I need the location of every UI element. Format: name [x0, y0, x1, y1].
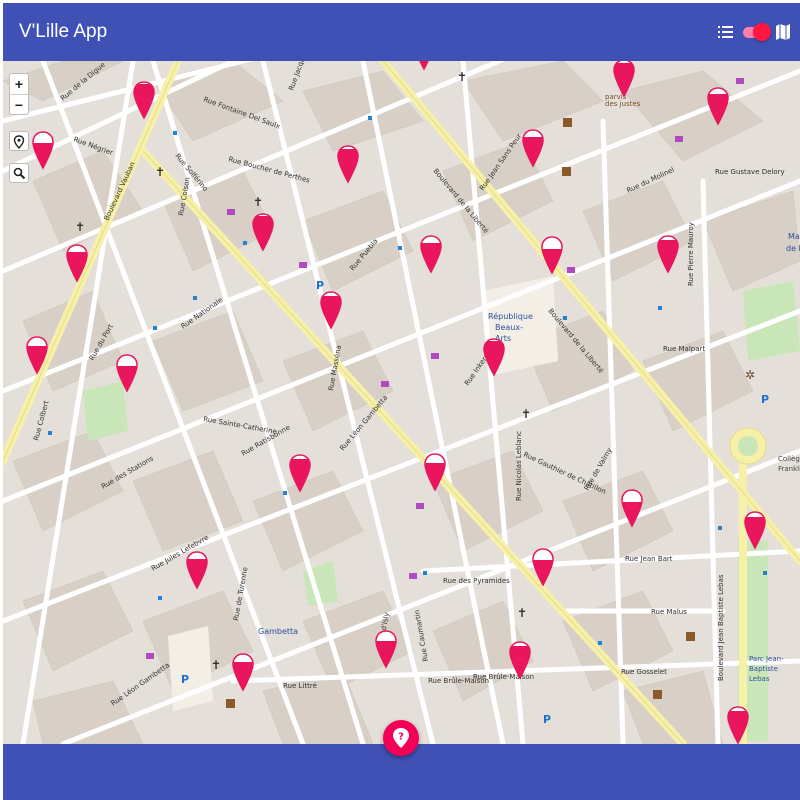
toggle-knob [753, 23, 771, 41]
bike-station-marker[interactable] [252, 213, 274, 252]
bike-station-marker[interactable] [320, 291, 342, 330]
bike-station-marker[interactable] [26, 336, 48, 375]
app-bar: V'Lille App [3, 3, 800, 61]
view-toggle-switch[interactable] [743, 23, 771, 41]
map-view[interactable]: Boulevard Vauban Rue Solférino Boulevard… [3, 61, 800, 744]
app-title: V'Lille App [19, 21, 108, 42]
bike-station-marker[interactable] [707, 87, 729, 126]
map-icon[interactable] [775, 23, 791, 41]
bike-station-marker[interactable] [375, 630, 397, 669]
bike-station-marker[interactable] [657, 235, 679, 274]
bike-station-marker[interactable] [289, 454, 311, 493]
search-button[interactable] [9, 163, 29, 183]
search-icon [13, 167, 26, 180]
bike-station-marker[interactable] [186, 551, 208, 590]
bike-station-marker[interactable] [133, 81, 155, 120]
app-frame: V'Lille App Boulevard Vauban Rue Solféri… [3, 3, 800, 800]
bike-station-marker[interactable] [541, 236, 563, 275]
bike-station-marker[interactable] [621, 489, 643, 528]
bike-station-marker[interactable] [613, 61, 635, 98]
bike-station-marker[interactable] [232, 653, 254, 692]
help-marker-icon: ? [393, 728, 409, 748]
bike-station-marker[interactable] [32, 131, 54, 170]
bike-station-marker[interactable] [413, 61, 435, 71]
bike-station-marker[interactable] [66, 244, 88, 283]
bike-station-marker[interactable] [116, 354, 138, 393]
bike-station-marker[interactable] [522, 129, 544, 168]
locate-button[interactable] [9, 131, 29, 151]
bike-station-marker[interactable] [424, 453, 446, 492]
bike-station-marker[interactable] [727, 706, 749, 744]
zoom-in-button[interactable]: + [10, 74, 28, 94]
help-fab-button[interactable]: ? [383, 720, 419, 756]
bike-station-marker[interactable] [744, 511, 766, 550]
map-pin-icon [13, 135, 25, 149]
bike-station-marker[interactable] [337, 145, 359, 184]
svg-text:?: ? [398, 732, 404, 743]
station-markers-layer [26, 61, 766, 744]
list-icon[interactable] [717, 23, 735, 41]
bike-station-marker[interactable] [532, 548, 554, 587]
zoom-out-button[interactable]: − [10, 94, 28, 114]
zoom-control: + − [9, 73, 29, 115]
bike-station-marker[interactable] [509, 641, 531, 680]
bike-station-marker[interactable] [483, 338, 505, 377]
bike-station-marker[interactable] [420, 235, 442, 274]
